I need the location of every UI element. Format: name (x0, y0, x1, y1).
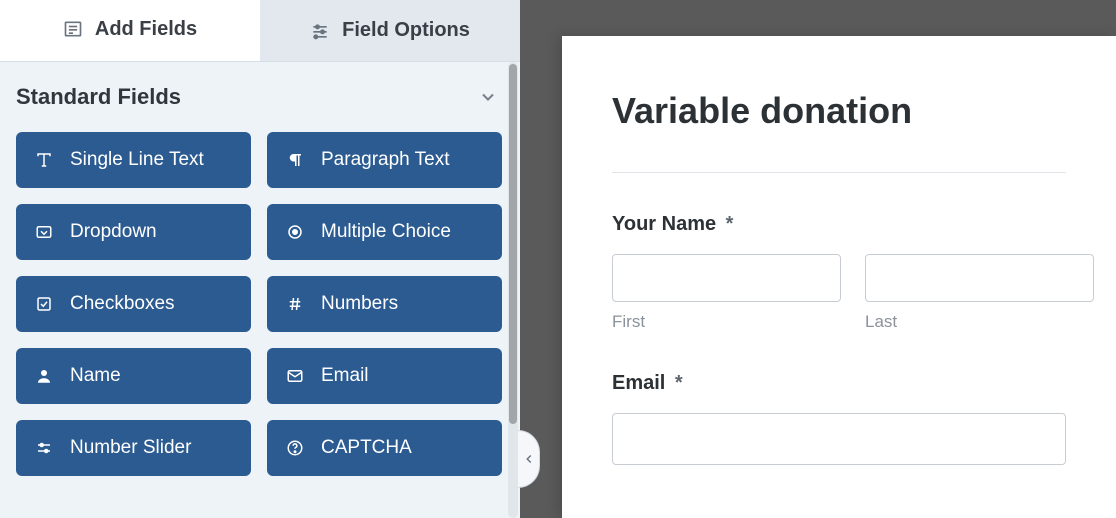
email-input[interactable] (612, 413, 1066, 465)
scrollbar-thumb[interactable] (509, 64, 517, 424)
form-title: Variable donation (612, 90, 1066, 132)
required-asterisk: * (675, 372, 683, 394)
email-field-label: Email * (612, 372, 1066, 395)
tab-label: Add Fields (95, 18, 197, 41)
field-checkboxes[interactable]: Checkboxes (16, 276, 251, 332)
question-icon (285, 438, 305, 458)
field-label: Single Line Text (70, 149, 204, 171)
field-grid: Single Line Text Paragraph Text Dropdown (16, 132, 502, 476)
field-label: Multiple Choice (321, 221, 451, 243)
tab-field-options[interactable]: Field Options (260, 0, 520, 61)
field-email[interactable]: Email (267, 348, 502, 404)
field-number-slider[interactable]: Number Slider (16, 420, 251, 476)
field-label: CAPTCHA (321, 437, 412, 459)
chevron-down-icon (478, 87, 498, 107)
paragraph-icon (285, 150, 305, 170)
dropdown-icon (34, 222, 54, 242)
field-label: Paragraph Text (321, 149, 450, 171)
name-field-label: Your Name * (612, 213, 1066, 236)
tab-add-fields[interactable]: Add Fields (0, 0, 260, 61)
field-single-line-text[interactable]: Single Line Text (16, 132, 251, 188)
user-icon (34, 366, 54, 386)
tab-label: Field Options (342, 19, 470, 42)
checkbox-icon (34, 294, 54, 314)
section-title: Standard Fields (16, 84, 181, 110)
first-name-input[interactable] (612, 254, 841, 302)
divider (612, 172, 1066, 173)
field-captcha[interactable]: CAPTCHA (267, 420, 502, 476)
section-header-standard[interactable]: Standard Fields (16, 62, 502, 132)
field-label: Checkboxes (70, 293, 175, 315)
radio-icon (285, 222, 305, 242)
chevron-left-icon (522, 452, 536, 466)
hash-icon (285, 294, 305, 314)
field-name[interactable]: Name (16, 348, 251, 404)
field-multiple-choice[interactable]: Multiple Choice (267, 204, 502, 260)
fields-panel: Standard Fields Single Line Text Para (0, 62, 520, 518)
field-label: Number Slider (70, 437, 191, 459)
envelope-icon (285, 366, 305, 386)
field-label: Email (321, 365, 369, 387)
sidebar: Add Fields Field Options Standard Fields (0, 0, 520, 518)
field-label: Numbers (321, 293, 398, 315)
list-icon (63, 19, 83, 39)
field-numbers[interactable]: Numbers (267, 276, 502, 332)
scrollbar[interactable] (508, 62, 518, 518)
field-paragraph-text[interactable]: Paragraph Text (267, 132, 502, 188)
last-name-sublabel: Last (865, 312, 1094, 332)
text-icon (34, 150, 54, 170)
sliders-icon (34, 438, 54, 458)
required-asterisk: * (726, 213, 734, 235)
first-name-sublabel: First (612, 312, 841, 332)
form-preview: Variable donation Your Name * First Last… (520, 0, 1116, 518)
field-label: Name (70, 365, 121, 387)
sliders-icon (310, 21, 330, 41)
last-name-input[interactable] (865, 254, 1094, 302)
name-row: First Last (612, 254, 1066, 332)
tabs: Add Fields Field Options (0, 0, 520, 62)
field-dropdown[interactable]: Dropdown (16, 204, 251, 260)
form-card: Variable donation Your Name * First Last… (562, 36, 1116, 518)
field-label: Dropdown (70, 221, 157, 243)
